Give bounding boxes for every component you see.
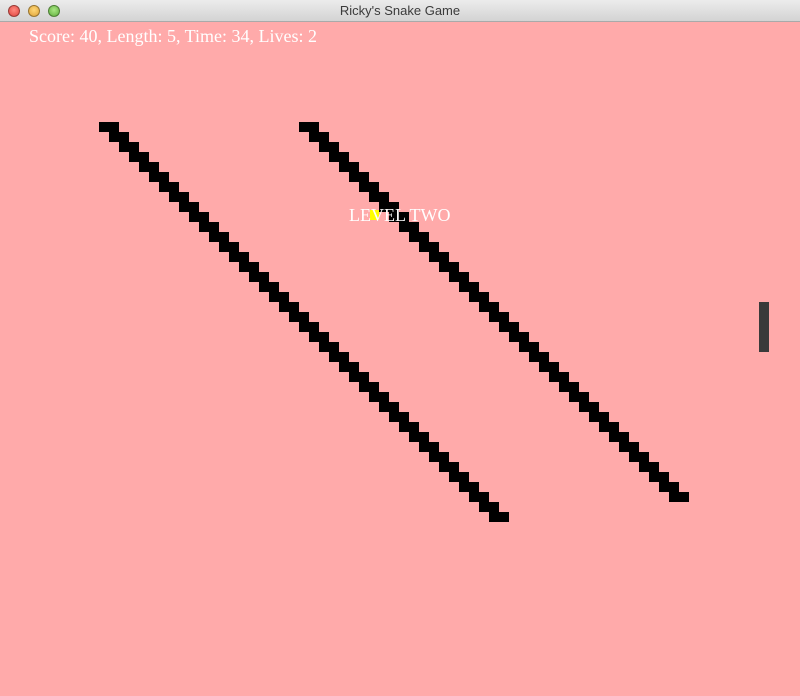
paddle-block (759, 302, 769, 352)
wall-right-segment (449, 272, 469, 282)
wall-left-segment (259, 282, 279, 292)
wall-right-segment (359, 182, 379, 192)
wall-right-segment (609, 432, 629, 442)
wall-right-segment (319, 142, 339, 152)
wall-left-segment (159, 182, 179, 192)
wall-right-segment (509, 332, 529, 342)
wall-right-segment (549, 372, 569, 382)
wall-left-segment (229, 252, 249, 262)
wall-right-segment (369, 192, 389, 202)
wall-right-segment (439, 262, 459, 272)
wall-left-segment (479, 502, 499, 512)
wall-right-segment (349, 172, 369, 182)
hud-status: Score: 40, Length: 5, Time: 34, Lives: 2 (29, 26, 317, 46)
title-bar[interactable]: Ricky's Snake Game (0, 0, 800, 22)
wall-left-segment (439, 462, 459, 472)
wall-left-segment (389, 412, 409, 422)
wall-left-segment (349, 372, 369, 382)
wall-left-segment (469, 492, 489, 502)
wall-left-segment (329, 352, 349, 362)
wall-left-segment (139, 162, 159, 172)
wall-right-segment (299, 122, 319, 132)
wall-left-segment (459, 482, 479, 492)
wall-left-segment (149, 172, 169, 182)
wall-left-segment (399, 422, 419, 432)
level-label: LEVEL TWO (349, 205, 451, 225)
wall-left-segment (179, 202, 199, 212)
wall-right-segment (669, 492, 689, 502)
wall-right-segment (409, 232, 429, 242)
window-title: Ricky's Snake Game (339, 3, 461, 18)
wall-left-segment (359, 382, 379, 392)
wall-right-segment (629, 452, 649, 462)
wall-left-segment (219, 242, 239, 252)
game-window: Ricky's Snake Game Score: 40, Length: 5,… (0, 0, 800, 696)
game-board[interactable]: Score: 40, Length: 5, Time: 34, Lives: 2… (0, 22, 800, 696)
wall-right-segment (329, 152, 349, 162)
wall-left-segment (429, 452, 449, 462)
wall-left-segment (249, 272, 269, 282)
wall-right-segment (459, 282, 479, 292)
wall-right-segment (569, 392, 589, 402)
wall-left-segment (409, 432, 429, 442)
wall-right-segment (479, 302, 499, 312)
wall-left-segment (339, 362, 359, 372)
wall-left-segment (489, 512, 509, 522)
wall-right-segment (539, 362, 559, 372)
wall-right-segment (579, 402, 599, 412)
wall-right-segment (619, 442, 639, 452)
wall-right-segment (529, 352, 549, 362)
wall-left-segment (369, 392, 389, 402)
wall-right-segment (309, 132, 329, 142)
wall-left-segment (199, 222, 219, 232)
wall-left-segment (189, 212, 209, 222)
wall-left-segment (169, 192, 189, 202)
wall-right-segment (659, 482, 679, 492)
wall-left-segment (119, 142, 139, 152)
wall-right-segment (419, 242, 439, 252)
wall-left-segment (289, 312, 309, 322)
wall-right-segment (489, 312, 509, 322)
wall-left-segment (99, 122, 119, 132)
wall-right-segment (429, 252, 449, 262)
wall-left-segment (299, 322, 319, 332)
wall-left-segment (419, 442, 439, 452)
wall-left-segment (319, 342, 339, 352)
wall-left-segment (309, 332, 329, 342)
wall-right-segment (589, 412, 609, 422)
wall-right-segment (499, 322, 519, 332)
wall-left-segment (209, 232, 229, 242)
wall-left-segment (129, 152, 149, 162)
wall-right-segment (639, 462, 659, 472)
wall-left-segment (109, 132, 129, 142)
wall-right-segment (339, 162, 359, 172)
wall-left-segment (379, 402, 399, 412)
wall-left-segment (269, 292, 289, 302)
wall-right-segment (469, 292, 489, 302)
wall-left-segment (449, 472, 469, 482)
wall-right-segment (649, 472, 669, 482)
wall-right-segment (559, 382, 579, 392)
wall-right-segment (519, 342, 539, 352)
wall-right-segment (599, 422, 619, 432)
wall-left-segment (279, 302, 299, 312)
wall-left-segment (239, 262, 259, 272)
